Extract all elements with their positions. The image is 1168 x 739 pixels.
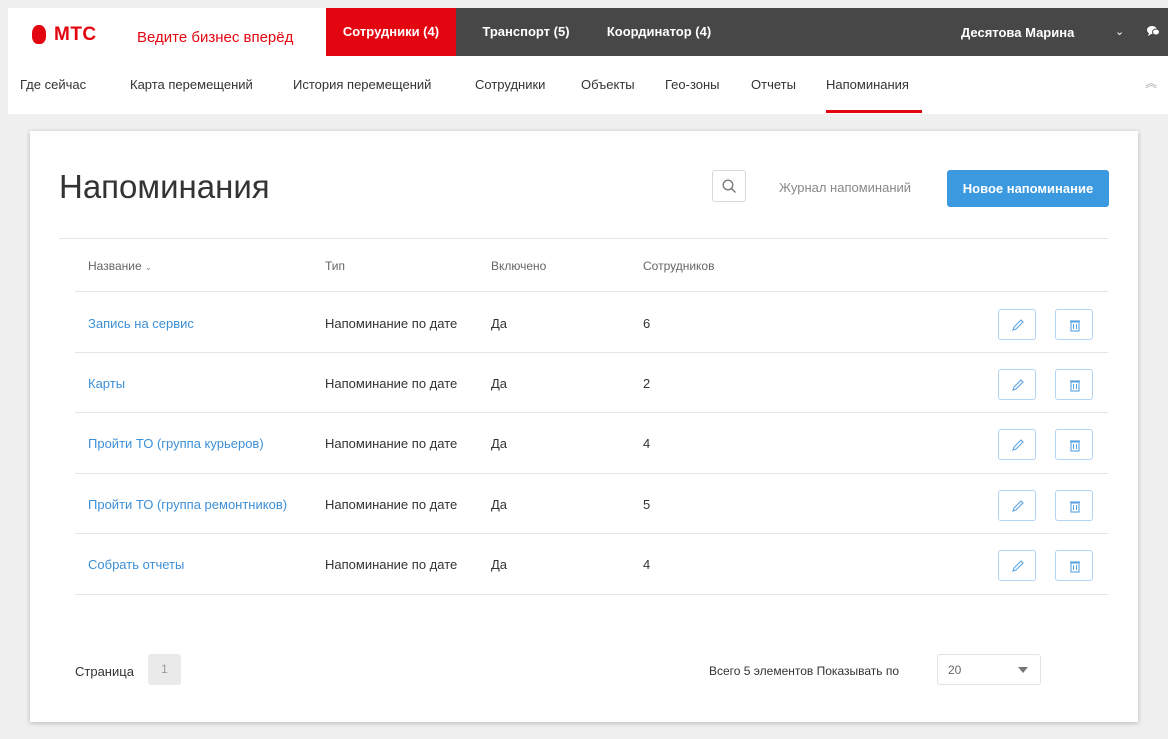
active-nav-indicator xyxy=(826,110,922,113)
reminders-card: Напоминания Журнал напоминаний Новое нап… xyxy=(30,131,1138,722)
delete-button[interactable] xyxy=(1055,309,1093,340)
reminder-type: Напоминание по дате xyxy=(325,376,458,391)
nav-item-reminders[interactable]: Напоминания xyxy=(826,77,909,92)
reminder-name-link[interactable]: Запись на сервис xyxy=(88,316,194,331)
delete-button[interactable] xyxy=(1055,490,1093,521)
sort-chevron-icon: ⌄ xyxy=(144,262,153,272)
reminder-employee-count: 6 xyxy=(643,316,651,331)
edit-button[interactable] xyxy=(998,490,1036,521)
column-header-type[interactable]: Тип xyxy=(325,259,345,273)
chevron-down-icon[interactable]: ⌄ xyxy=(1115,25,1124,38)
row-divider xyxy=(75,352,1108,353)
pencil-icon xyxy=(1012,560,1024,572)
reminder-type: Напоминание по дате xyxy=(325,557,458,572)
edit-button[interactable] xyxy=(998,369,1036,400)
reminder-name-link[interactable]: Карты xyxy=(88,376,125,391)
pencil-icon xyxy=(1012,500,1024,512)
row-divider xyxy=(75,533,1108,534)
reminder-name-link[interactable]: Пройти ТО (группа курьеров) xyxy=(88,436,264,451)
trash-icon xyxy=(1070,440,1080,452)
nav-item-geozones[interactable]: Гео-зоны xyxy=(665,77,720,92)
nav-item-reports[interactable]: Отчеты xyxy=(751,77,796,92)
delete-button[interactable] xyxy=(1055,429,1093,460)
brand[interactable]: МТС Ведите бизнес вперёд xyxy=(8,8,326,56)
page-size-value: 20 xyxy=(948,663,962,677)
reminder-employee-count: 4 xyxy=(643,436,651,451)
mts-logo-icon xyxy=(32,25,46,44)
brand-name: МТС xyxy=(54,24,97,45)
page-size-select[interactable]: 20 xyxy=(937,654,1041,685)
trash-icon xyxy=(1070,501,1080,513)
sub-nav: Где сейчас Карта перемещений История пер… xyxy=(8,56,1168,114)
reminder-journal-link[interactable]: Журнал напоминаний xyxy=(779,180,911,195)
reminder-enabled: Да xyxy=(491,497,508,512)
reminder-name-link[interactable]: Пройти ТО (группа ремонтников) xyxy=(88,497,287,512)
total-items-label: Всего 5 элементов Показывать по xyxy=(709,664,900,678)
trash-icon xyxy=(1070,380,1080,392)
brand-slogan: Ведите бизнес вперёд xyxy=(137,29,294,46)
nav-item-movement-map[interactable]: Карта перемещений xyxy=(130,77,253,92)
page-label: Страница xyxy=(75,664,134,679)
nav-item-employees[interactable]: Сотрудники xyxy=(475,77,545,92)
header-divider xyxy=(59,238,1108,239)
edit-button[interactable] xyxy=(998,309,1036,340)
trash-icon xyxy=(1070,320,1080,332)
nav-item-objects[interactable]: Объекты xyxy=(581,77,635,92)
column-header-enabled[interactable]: Включено xyxy=(491,259,546,273)
reminder-type: Напоминание по дате xyxy=(325,436,458,451)
nav-item-where-now[interactable]: Где сейчас xyxy=(20,77,86,92)
top-tab-coordinator[interactable]: Координатор (4) xyxy=(590,8,728,56)
reminder-employee-count: 4 xyxy=(643,557,651,572)
edit-button[interactable] xyxy=(998,550,1036,581)
column-header-name[interactable]: Название ⌄ xyxy=(88,259,152,273)
column-header-employees[interactable]: Сотрудников xyxy=(643,259,714,273)
reminder-name-link[interactable]: Собрать отчеты xyxy=(88,557,184,572)
row-divider xyxy=(75,412,1108,413)
caret-down-icon xyxy=(1018,667,1028,673)
row-divider xyxy=(75,594,1108,595)
column-header-name-label: Название xyxy=(88,259,142,273)
reminder-enabled: Да xyxy=(491,316,508,331)
new-reminder-button[interactable]: Новое напоминание xyxy=(947,170,1109,207)
top-tab-transport[interactable]: Транспорт (5) xyxy=(470,8,582,56)
top-bar: МТС Ведите бизнес вперёд Сотрудники (4) … xyxy=(8,8,1168,56)
pencil-icon xyxy=(1012,319,1024,331)
trash-icon xyxy=(1070,561,1080,573)
reminder-employee-count: 2 xyxy=(643,376,651,391)
reminder-type: Напоминание по дате xyxy=(325,497,458,512)
pencil-icon xyxy=(1012,379,1024,391)
collapse-icon[interactable]: ︽ xyxy=(1145,74,1157,91)
nav-item-movement-history[interactable]: История перемещений xyxy=(293,77,431,92)
search-icon xyxy=(722,179,736,193)
top-tab-employees[interactable]: Сотрудники (4) xyxy=(326,8,456,56)
reminder-enabled: Да xyxy=(491,436,508,451)
user-name[interactable]: Десятова Марина xyxy=(961,25,1074,40)
search-button[interactable] xyxy=(712,170,746,202)
current-page-button[interactable]: 1 xyxy=(148,654,181,685)
row-divider xyxy=(75,291,1108,292)
reminder-type: Напоминание по дате xyxy=(325,316,458,331)
reminder-employee-count: 5 xyxy=(643,497,651,512)
pencil-icon xyxy=(1012,439,1024,451)
delete-button[interactable] xyxy=(1055,550,1093,581)
delete-button[interactable] xyxy=(1055,369,1093,400)
row-divider xyxy=(75,473,1108,474)
page-title: Напоминания xyxy=(59,168,270,205)
chat-icon[interactable] xyxy=(1146,25,1160,37)
reminder-enabled: Да xyxy=(491,557,508,572)
reminder-enabled: Да xyxy=(491,376,508,391)
edit-button[interactable] xyxy=(998,429,1036,460)
